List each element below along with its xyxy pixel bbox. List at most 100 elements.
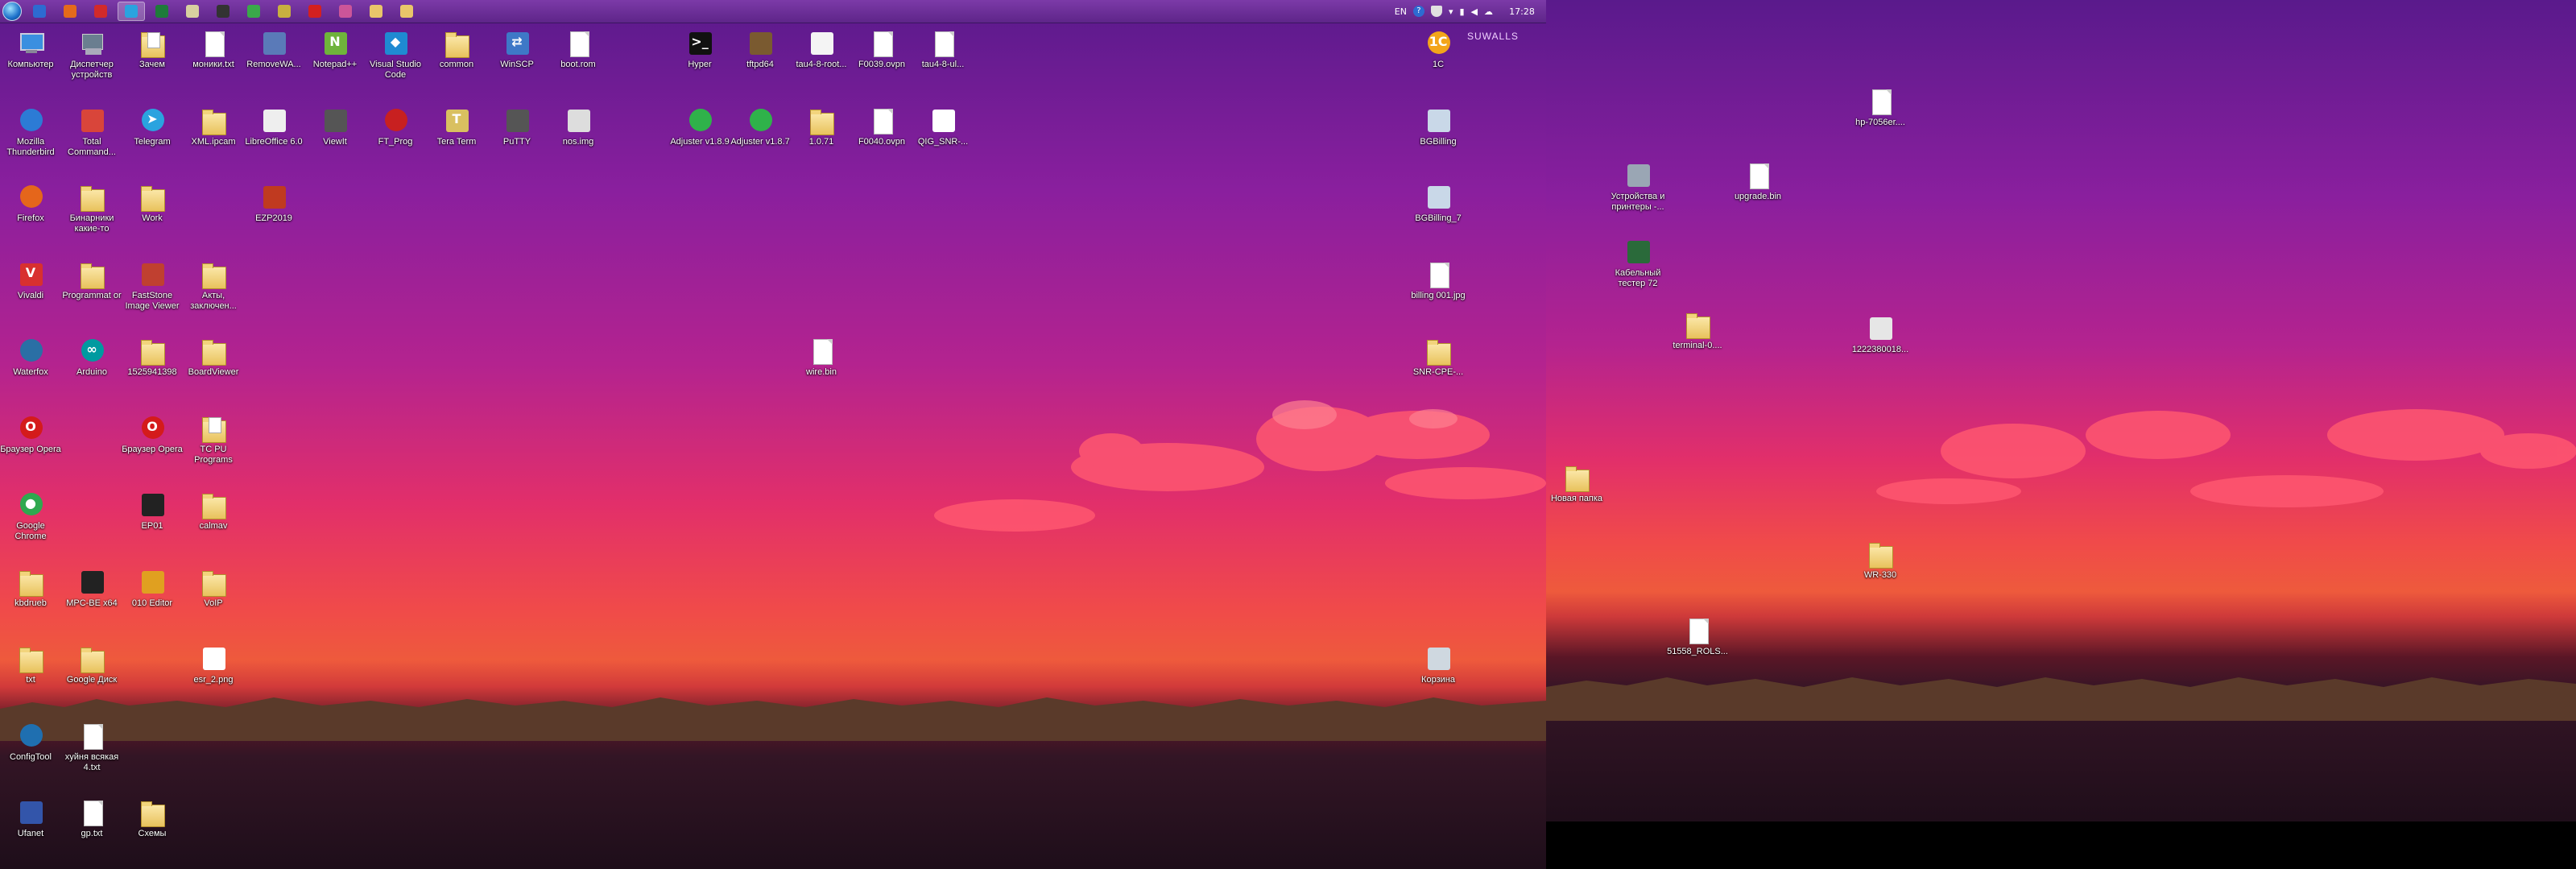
archive-taskbar-app[interactable] xyxy=(271,2,298,21)
desktop-icon-диспетчер-устройств[interactable]: Диспетчер устройств xyxy=(61,29,122,81)
desktop-icon-faststone-image-viewer[interactable]: FastStone Image Viewer xyxy=(122,260,183,312)
folder-icon xyxy=(77,260,106,291)
opera-taskbar-app[interactable] xyxy=(301,2,329,21)
desktop-icon-work[interactable]: Work xyxy=(122,183,183,224)
desktop-icon-кабельный-тестер-72[interactable]: Кабельный тестер 72 xyxy=(1607,238,1668,289)
desktop-icon-viewit[interactable]: ViewIt xyxy=(304,106,366,147)
desktop-icon-1222380018[interactable]: 1222380018... xyxy=(1850,314,1911,355)
desktop-icon-winscp[interactable]: ⇄ WinSCP xyxy=(486,29,548,70)
volume-icon[interactable]: ◀ xyxy=(1471,6,1478,17)
desktop-icon-txt[interactable]: txt xyxy=(0,644,61,685)
desktop-icon-configtool[interactable]: ConfigTool xyxy=(0,722,61,763)
desktop-icon-programmat-or[interactable]: Programmat or xyxy=(61,260,122,301)
desktop-icon-ep01[interactable]: EP01 xyxy=(122,490,183,532)
desktop-icon-snr-cpe[interactable]: SNR-CPE-... xyxy=(1408,337,1469,378)
folder-taskbar-app[interactable] xyxy=(362,2,390,21)
desktop-icon-bgbilling-7[interactable]: BGBilling_7 xyxy=(1408,183,1469,224)
desktop-icon-новая-папка[interactable]: Новая папка xyxy=(1546,463,1607,504)
green-tool-taskbar-app[interactable] xyxy=(240,2,267,21)
desktop-icon-зачем[interactable]: Зачем xyxy=(122,29,183,70)
desktop-icon-tau4-8-root[interactable]: tau4-8-root... xyxy=(791,29,852,70)
desktop-icon-terminal-0[interactable]: terminal-0.... xyxy=(1667,310,1728,351)
desktop-icon-ezp2019[interactable]: EZP2019 xyxy=(243,183,304,224)
desktop-icon-tc-pu-programs[interactable]: TC PU Programs xyxy=(183,414,244,466)
paint-taskbar-app[interactable] xyxy=(332,2,359,21)
desktop-icon-nos-img[interactable]: nos.img xyxy=(548,106,609,147)
desktop-icon-mpc-be-x64[interactable]: MPC-BE x64 xyxy=(61,568,122,609)
desktop-icon-моники-txt[interactable]: моники.txt xyxy=(183,29,244,70)
desktop-icon-common[interactable]: common xyxy=(426,29,487,70)
desktop-icon-акты-заключен[interactable]: Акты, заключен... xyxy=(183,260,244,312)
desktop-icon-arduino[interactable]: ∞ Arduino xyxy=(61,337,122,378)
desktop-icon-upgrade-bin[interactable]: upgrade.bin xyxy=(1727,161,1788,202)
desktop-monitor-2[interactable] xyxy=(1546,0,2576,821)
explorer-taskbar-app[interactable] xyxy=(26,2,53,21)
desktop-icon-xml-ipcam[interactable]: XML.ipcam xyxy=(183,106,244,147)
desktop-icon-1525941398[interactable]: 1525941398 xyxy=(122,337,183,378)
desktop-icon-esr-2-png[interactable]: esr_2.png xyxy=(183,644,244,685)
help-icon[interactable]: ? xyxy=(1412,6,1424,17)
desktop-icon-браузер-opera[interactable]: O Браузер Opera xyxy=(0,414,61,455)
desktop-icon-tau4-8-ul[interactable]: tau4-8-ul... xyxy=(912,29,974,70)
desktop-icon-voip[interactable]: VoIP xyxy=(183,568,244,609)
desktop-icon-ufanet[interactable]: Ufanet xyxy=(0,798,61,839)
desktop-icon-mozilla-thunderbird[interactable]: Mozilla Thunderbird xyxy=(0,106,61,158)
language-indicator[interactable]: EN xyxy=(1395,6,1407,17)
desktop-icon-1с[interactable]: 1C 1С xyxy=(1408,29,1469,70)
desktop-icon-gp-txt[interactable]: gp.txt xyxy=(61,798,122,839)
desktop-icon-компьютер[interactable]: Компьютер xyxy=(0,29,61,70)
desktop-icon-бинарники-какие-то[interactable]: Бинарники какие-то xyxy=(61,183,122,234)
desktop-icon-adjuster-v1-8-9[interactable]: Adjuster v1.8.9 xyxy=(669,106,730,147)
terminal-taskbar-app[interactable] xyxy=(209,2,237,21)
desktop-icon-51558-rols[interactable]: 51558_ROLS... xyxy=(1667,616,1728,657)
desktop-icon-ft-prog[interactable]: FT_Prog xyxy=(365,106,426,147)
desktop-icon-1-0-71[interactable]: 1.0.71 xyxy=(791,106,852,147)
desktop-icon-billing-001-jpg[interactable]: billing 001.jpg xyxy=(1408,260,1469,301)
excel-taskbar-app[interactable] xyxy=(148,2,176,21)
desktop-icon-putty[interactable]: PuTTY xyxy=(486,106,548,147)
desktop-icon-boot-rom[interactable]: boot.rom xyxy=(548,29,609,70)
folder-taskbar-app-2[interactable] xyxy=(393,2,420,21)
desktop-icon-wr-330[interactable]: WR-330 xyxy=(1850,540,1911,581)
shield-icon[interactable] xyxy=(1430,6,1442,17)
desktop-icon-браузер-opera[interactable]: O Браузер Opera xyxy=(122,414,183,455)
desktop-icon-kbdrueb[interactable]: kbdrueb xyxy=(0,568,61,609)
desktop-icon-total-command[interactable]: Total Command... xyxy=(61,106,122,158)
desktop-icon-libreoffice-6-0[interactable]: LibreOffice 6.0 xyxy=(243,106,304,147)
desktop-icon-firefox[interactable]: Firefox xyxy=(0,183,61,224)
vivaldi-taskbar-app[interactable] xyxy=(87,2,114,21)
desktop-icon-waterfox[interactable]: Waterfox xyxy=(0,337,61,378)
notepad-taskbar-app[interactable] xyxy=(179,2,206,21)
desktop-icon-qig-snr[interactable]: ▤ QIG_SNR-... xyxy=(912,106,974,147)
telegram-taskbar-app[interactable] xyxy=(118,2,145,21)
desktop-icon-корзина[interactable]: Корзина xyxy=(1408,644,1469,685)
desktop-icon-google-диск[interactable]: Google Диск xyxy=(61,644,122,685)
desktop-icon-хуйня-всякая-4-txt[interactable]: хуйня всякая 4.txt xyxy=(61,722,122,773)
clock[interactable]: 17:28 xyxy=(1506,6,1538,17)
desktop-icon-схемы[interactable]: Схемы xyxy=(122,798,183,839)
desktop-icon-notepad[interactable]: N Notepad++ xyxy=(304,29,366,70)
desktop-icon-f0039-ovpn[interactable]: F0039.ovpn xyxy=(851,29,912,70)
desktop-icon-boardviewer[interactable]: BoardViewer xyxy=(183,337,244,378)
desktop-icon-calmav[interactable]: calmav xyxy=(183,490,244,532)
desktop-icon-hyper[interactable]: >_ Hyper xyxy=(669,29,730,70)
desktop-icon-visual-studio-code[interactable]: ◆ Visual Studio Code xyxy=(365,29,426,81)
desktop-icon-tftpd64[interactable]: tftpd64 xyxy=(730,29,791,70)
chevron-down-icon[interactable]: ▾ xyxy=(1449,6,1453,17)
desktop-icon-010-editor[interactable]: 010 Editor xyxy=(122,568,183,609)
start-button[interactable] xyxy=(0,0,24,23)
desktop-icon-bgbilling[interactable]: BGBilling xyxy=(1408,106,1469,147)
cloud-icon[interactable]: ☁ xyxy=(1484,6,1493,17)
desktop-icon-vivaldi[interactable]: V Vivaldi xyxy=(0,260,61,301)
desktop-icon-f0040-ovpn[interactable]: F0040.ovpn xyxy=(851,106,912,147)
desktop-icon-removewa[interactable]: RemoveWA... xyxy=(243,29,304,70)
desktop-icon-google-chrome[interactable]: ● Google Chrome xyxy=(0,490,61,542)
desktop-icon-hp-7056er[interactable]: hp-7056er.... xyxy=(1850,87,1911,128)
desktop-icon-tera-term[interactable]: T Tera Term xyxy=(426,106,487,147)
desktop-icon-устройства-и-принтеры[interactable]: Устройства и принтеры -... xyxy=(1607,161,1668,213)
firefox-taskbar-app[interactable] xyxy=(56,2,84,21)
desktop-icon-telegram[interactable]: ➤ Telegram xyxy=(122,106,183,147)
desktop-icon-wire-bin[interactable]: wire.bin xyxy=(791,337,852,378)
desktop-icon-adjuster-v1-8-7[interactable]: Adjuster v1.8.7 xyxy=(730,106,791,147)
network-icon[interactable]: ▮ xyxy=(1459,6,1464,17)
